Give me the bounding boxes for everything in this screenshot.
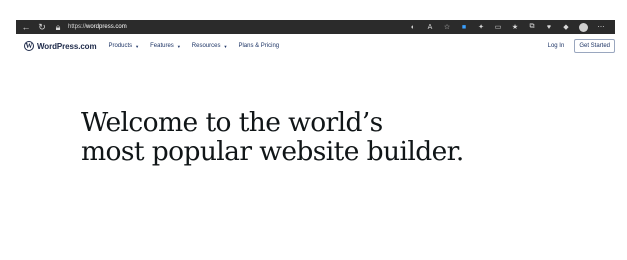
header-actions: Log In Get Started <box>548 39 615 53</box>
main-menu: Products ▼ Features ▼ Resources ▼ Plans & P… <box>108 43 279 49</box>
chevron-down-icon: ▼ <box>135 43 140 49</box>
get-started-button[interactable]: Get Started <box>574 39 615 53</box>
url-scheme: https:// <box>68 24 87 30</box>
login-link[interactable]: Log In <box>548 43 565 49</box>
split-screen-icon[interactable]: ▭ <box>494 23 502 31</box>
tracking-icon[interactable]: ◐ <box>409 23 417 31</box>
site-logo[interactable]: W WordPress.com <box>24 41 97 51</box>
address-bar[interactable]: https://wordpress.com <box>68 24 127 30</box>
hero-line-1: Welcome to the world’s <box>81 107 383 138</box>
menu-item-label: Features <box>150 43 174 49</box>
favorite-star-icon[interactable]: ☆ <box>443 23 451 31</box>
site-header: W WordPress.com Products ▼ Features ▼ Reso… <box>16 36 615 56</box>
favorites-icon[interactable]: ★ <box>511 23 519 31</box>
collections-icon[interactable]: ⧉ <box>528 23 536 31</box>
menu-item-label: Resources <box>191 43 221 49</box>
menu-item-products[interactable]: Products ▼ <box>108 43 139 49</box>
logo-text: WordPress.com <box>37 41 97 51</box>
menu-item-plans-pricing[interactable]: Plans & Pricing <box>238 43 279 49</box>
refresh-icon[interactable]: ↻ <box>36 21 48 33</box>
chevron-down-icon: ▼ <box>223 43 228 49</box>
url-host: wordpress.com <box>86 24 127 30</box>
chevron-down-icon: ▼ <box>176 43 181 49</box>
lock-icon[interactable]: 🔒︎ <box>52 21 64 33</box>
menu-item-label: Plans & Pricing <box>238 43 280 49</box>
performance-icon[interactable]: ♥ <box>545 23 553 31</box>
profile-avatar[interactable] <box>579 22 588 32</box>
browser-toolbar: ← ↻ 🔒︎ https://wordpress.com ◐ A ☆ ■ ✦ ▭… <box>16 20 615 34</box>
wordpress-logo-icon: W <box>24 41 34 51</box>
browser-toolbar-icons: ◐ A ☆ ■ ✦ ▭ ★ ⧉ ♥ ◆ ⋯ <box>409 20 605 34</box>
back-arrow-icon[interactable]: ← <box>20 21 32 33</box>
menu-item-label: Products <box>108 43 133 49</box>
menu-item-resources[interactable]: Resources ▼ <box>192 43 228 49</box>
copilot-icon[interactable]: ◆ <box>562 23 570 31</box>
more-menu-icon[interactable]: ⋯ <box>597 23 605 31</box>
read-aloud-icon[interactable]: A <box>426 23 434 31</box>
hero-line-2: most popular website builder. <box>81 136 464 167</box>
menu-item-features[interactable]: Features ▼ <box>150 43 181 49</box>
extension-icon[interactable]: ■ <box>460 23 468 31</box>
puzzle-icon[interactable]: ✦ <box>477 23 485 31</box>
hero-heading: Welcome to the world’s most popular webs… <box>81 108 464 166</box>
